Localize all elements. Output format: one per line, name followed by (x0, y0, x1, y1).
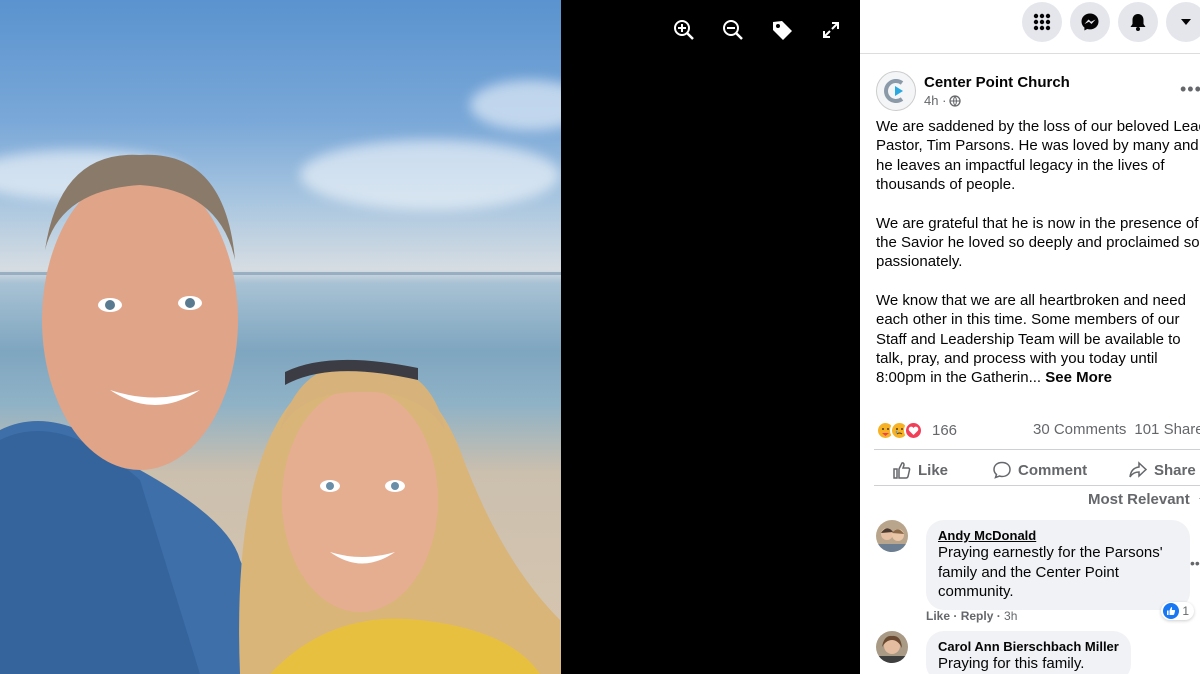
text-line: passionately. (876, 253, 963, 271)
zoom-in-icon[interactable] (668, 14, 700, 46)
comment-time[interactable]: 3h (1004, 609, 1017, 623)
comment-sort-dropdown[interactable]: Most Relevant (1088, 491, 1200, 508)
people-illustration (0, 154, 561, 674)
thumbs-up-icon (893, 462, 911, 479)
comment-bubble: Carol Ann Bierschbach Miller Praying for… (926, 631, 1131, 674)
text-line: each other in this time. Some members of… (876, 311, 1180, 329)
comment-like-badge[interactable]: 1 (1161, 601, 1194, 620)
text-line: We are grateful that he is now in the pr… (876, 214, 1199, 232)
sort-label: Most Relevant (1088, 491, 1190, 508)
reaction-count: 166 (932, 422, 958, 439)
text-line: talk, pray, and process with you today u… (876, 350, 1158, 368)
commenter-avatar[interactable] (876, 631, 908, 663)
globe-icon (949, 94, 962, 107)
comment-bubble: Andy McDonald Praying earnestly for the … (926, 520, 1194, 620)
text-line: We are saddened by the loss of our belov… (876, 118, 1200, 135)
comment-item: Carol Ann Bierschbach Miller Praying for… (876, 631, 1131, 674)
reaction-summary[interactable]: 166 (876, 421, 957, 440)
comment-text-line: Praying earnestly for the Parsons' (938, 544, 1163, 561)
menu-grid-icon[interactable] (1022, 2, 1062, 42)
comment-icon (993, 461, 1011, 479)
comment-meta: Like · Reply · 3h (926, 609, 1018, 623)
see-more-link[interactable]: See More (1045, 369, 1112, 386)
engagement-counts: 30 Comments 101 Shares (1033, 421, 1200, 438)
comment-label: Comment (1018, 461, 1088, 479)
comment-text-line: Praying for this family. (938, 655, 1085, 672)
comment-like-count: 1 (1182, 603, 1189, 618)
love-reaction-icon (904, 421, 923, 440)
comment-options-icon[interactable]: ••• (1190, 555, 1200, 571)
text-line: 8:00pm in the Gatherin... (876, 369, 1042, 387)
photo-toolbar (668, 14, 847, 46)
photo-viewer (0, 0, 860, 674)
divider (874, 485, 1200, 486)
like-button[interactable]: Like (892, 460, 948, 480)
page-avatar[interactable] (876, 71, 916, 111)
share-arrow-icon (1129, 461, 1148, 478)
text-line: thousands of people. (876, 176, 1016, 194)
comment-text-line: community. (938, 583, 1014, 600)
comment-button[interactable]: Comment (992, 460, 1087, 480)
commenter-name[interactable]: Carol Ann Bierschbach Miller (938, 639, 1119, 654)
page-name[interactable]: Center Point Church (924, 74, 1070, 91)
comments-count[interactable]: 30 Comments (1033, 421, 1126, 438)
comment-like-link[interactable]: Like (926, 609, 950, 623)
text-line: the Savior he loved so deeply and procla… (876, 234, 1200, 252)
zoom-out-icon[interactable] (717, 14, 749, 46)
post-paragraph-3: We know that we are all heartbroken and … (876, 291, 1200, 388)
post-text: We are saddened by the loss of our belov… (876, 117, 1200, 407)
messenger-icon[interactable] (1070, 2, 1110, 42)
post-time-text[interactable]: 4h · (924, 93, 946, 108)
text-line: he leaves an impactful legacy in the liv… (876, 156, 1165, 174)
post-header: Center Point Church 4h · (876, 71, 1070, 111)
post-paragraph-2: We are grateful that he is now in the pr… (876, 214, 1200, 272)
tag-icon[interactable] (766, 14, 798, 46)
comment-reply-link[interactable]: Reply (961, 609, 994, 623)
post-panel: Center Point Church 4h · ••• We are sadd… (860, 55, 1200, 674)
post-actions: Like Comment Share (874, 455, 1200, 485)
more-options-icon[interactable]: ••• (1180, 79, 1200, 100)
account-dropdown-icon[interactable] (1166, 2, 1200, 42)
like-reaction-icon (1163, 602, 1180, 619)
post-paragraph-1: We are saddened by the loss of our belov… (876, 117, 1200, 195)
center-point-logo-icon (884, 79, 904, 103)
commenter-avatar[interactable] (876, 520, 908, 552)
fullscreen-icon[interactable] (815, 14, 847, 46)
like-label: Like (918, 461, 949, 479)
post-timestamp: 4h · (924, 93, 1070, 108)
text-line: Staff and Leadership Team will be availa… (876, 330, 1181, 348)
top-navigation (860, 0, 1200, 54)
share-label: Share (1154, 461, 1196, 479)
comment-text-line: family and the Center Point (938, 563, 1119, 581)
share-button[interactable]: Share (1128, 460, 1196, 480)
comment-item: Andy McDonald Praying earnestly for the … (876, 520, 1194, 620)
post-photo (0, 0, 561, 674)
text-line: We know that we are all heartbroken and … (876, 291, 1186, 309)
commenter-name[interactable]: Andy McDonald (938, 528, 1178, 543)
shares-count[interactable]: 101 Shares (1134, 421, 1200, 438)
notifications-icon[interactable] (1118, 2, 1158, 42)
text-line: Pastor, Tim Parsons. He was loved by man… (876, 137, 1199, 155)
divider (874, 449, 1200, 450)
